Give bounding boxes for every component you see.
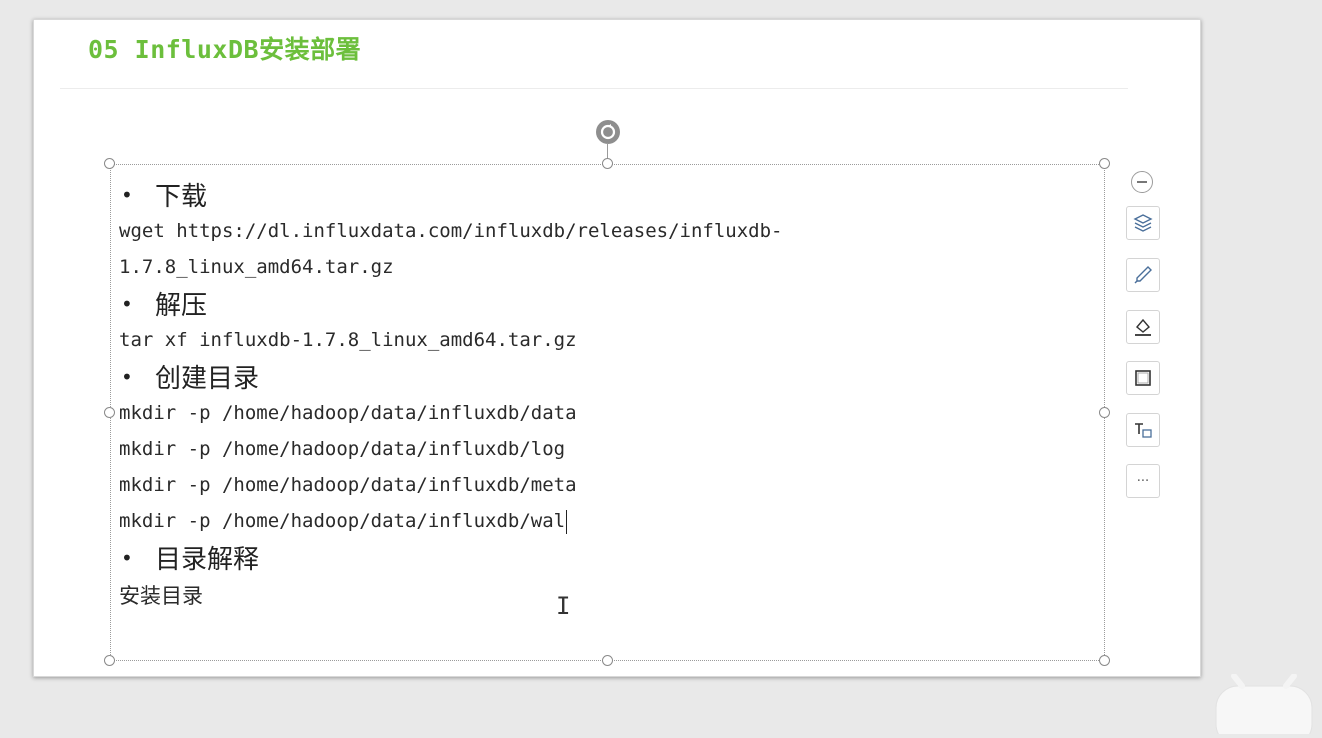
dir-explain-text[interactable]: 安装目录 bbox=[119, 576, 1099, 616]
brush-icon[interactable] bbox=[1126, 258, 1160, 292]
mkdir-command[interactable]: mkdir -p /home/hadoop/data/influxdb/meta bbox=[119, 467, 1099, 503]
bullet-dot: • bbox=[121, 364, 133, 389]
download-command-line-1[interactable]: wget https://dl.influxdata.com/influxdb/… bbox=[119, 213, 1099, 249]
bullet-dot: • bbox=[121, 291, 133, 316]
resize-handle-bottom-right[interactable] bbox=[1099, 655, 1110, 666]
text-box-content[interactable]: • 下载 wget https://dl.influxdata.com/infl… bbox=[119, 176, 1099, 616]
resize-handle-left[interactable] bbox=[104, 407, 115, 418]
text-caret bbox=[566, 509, 568, 534]
resize-handle-top-right[interactable] bbox=[1099, 158, 1110, 169]
mkdir-command[interactable]: mkdir -p /home/hadoop/data/influxdb/data bbox=[119, 395, 1099, 431]
bullet-extract[interactable]: • 解压 bbox=[119, 285, 1099, 322]
border-icon[interactable] bbox=[1126, 361, 1160, 395]
more-icon[interactable]: ··· bbox=[1126, 464, 1160, 498]
text-box-icon[interactable] bbox=[1126, 413, 1160, 447]
slide-title[interactable]: 05 InfluxDB安装部署 bbox=[88, 30, 361, 66]
title-divider bbox=[60, 88, 1128, 89]
bullet-create-dirs[interactable]: • 创建目录 bbox=[119, 358, 1099, 395]
fill-icon[interactable] bbox=[1126, 310, 1160, 344]
bullet-create-dirs-label: 创建目录 bbox=[155, 364, 260, 394]
resize-handle-top-left[interactable] bbox=[104, 158, 115, 169]
bullet-download[interactable]: • 下载 bbox=[119, 176, 1099, 213]
mkdir-command[interactable]: mkdir -p /home/hadoop/data/influxdb/wal bbox=[119, 510, 565, 532]
layers-icon[interactable] bbox=[1126, 206, 1160, 240]
bullet-dir-explain[interactable]: • 目录解释 bbox=[119, 539, 1099, 576]
bullet-download-label: 下载 bbox=[155, 182, 208, 212]
mkdir-command-with-caret[interactable]: mkdir -p /home/hadoop/data/influxdb/wal bbox=[119, 503, 1099, 539]
bullet-extract-label: 解压 bbox=[155, 291, 208, 321]
bullet-dot: • bbox=[121, 545, 133, 570]
bilibili-logo-icon bbox=[1214, 673, 1322, 738]
rotate-handle-icon[interactable] bbox=[596, 120, 620, 144]
extract-command[interactable]: tar xf influxdb-1.7.8_linux_amd64.tar.gz bbox=[119, 322, 1099, 358]
bullet-dir-explain-label: 目录解释 bbox=[155, 545, 260, 575]
text-cursor-icon: I bbox=[556, 592, 571, 620]
mkdir-command[interactable]: mkdir -p /home/hadoop/data/influxdb/log bbox=[119, 431, 1099, 467]
resize-handle-top[interactable] bbox=[602, 158, 613, 169]
bullet-dot: • bbox=[121, 182, 133, 207]
download-command-line-2[interactable]: 1.7.8_linux_amd64.tar.gz bbox=[119, 249, 1099, 285]
resize-handle-right[interactable] bbox=[1099, 407, 1110, 418]
resize-handle-bottom[interactable] bbox=[602, 655, 613, 666]
collapse-icon[interactable] bbox=[1131, 171, 1153, 193]
resize-handle-bottom-left[interactable] bbox=[104, 655, 115, 666]
